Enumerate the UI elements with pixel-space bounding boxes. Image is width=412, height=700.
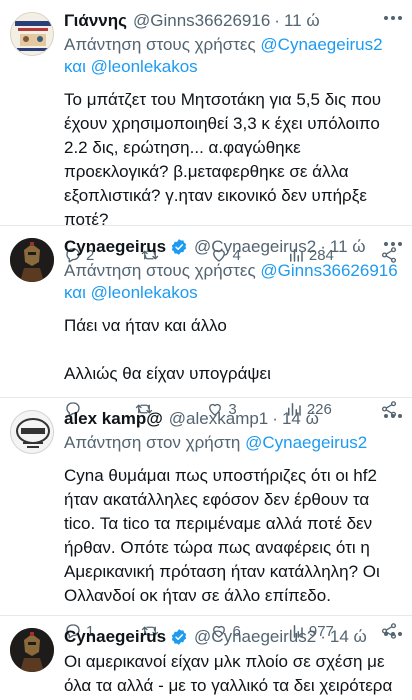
separator-dot: ·	[274, 11, 280, 30]
more-options-icon[interactable]	[384, 242, 402, 246]
mention-link[interactable]: @leonlekakos	[91, 57, 198, 76]
mention-link[interactable]: @leonlekakos	[91, 283, 198, 302]
separator-dot: ·	[320, 237, 326, 256]
display-name[interactable]: Γιάννης	[64, 10, 127, 32]
replying-label: Απάντηση στους χρήστες	[64, 261, 256, 280]
user-handle[interactable]: @Cynaegeirus2	[194, 236, 316, 258]
tweet-text: Το μπάτζετ του Μητσοτάκη για 5,5 δις που…	[64, 90, 382, 229]
and-word: και	[64, 57, 86, 76]
display-name[interactable]: Cynaegeirus	[64, 236, 166, 258]
replying-to: Απάντηση στον χρήστη @Cynaegeirus2	[64, 432, 398, 454]
tweet[interactable]: Cynaegeirus @Cynaegeirus2 · 14 ώ Οι αμερ…	[0, 616, 412, 700]
more-options-icon[interactable]	[384, 632, 402, 636]
replying-label: Απάντηση στους χρήστες	[64, 35, 256, 54]
tweet-text: Cyna θυμάμαι πως υποστήριζες ότι οι hf2 …	[64, 466, 380, 605]
timestamp[interactable]: 14 ώ	[282, 408, 319, 430]
tweet[interactable]: Γιάννης @Ginns36626916 · 11 ώ Απάντηση σ…	[0, 0, 412, 264]
timestamp[interactable]: 11 ώ	[330, 236, 366, 258]
tweet-header: alex kamp@ @alexkamp1 · 14 ώ	[64, 408, 398, 430]
avatar[interactable]	[10, 12, 54, 56]
mention-link[interactable]: @Cynaegeirus2	[260, 35, 382, 54]
user-handle[interactable]: @alexkamp1	[169, 408, 268, 430]
tweet-text: Οι αμερικανοί είχαν μλκ πλοίο σε σχέση μ…	[64, 652, 393, 695]
tweet-header: Cynaegeirus @Cynaegeirus2 · 14 ώ	[64, 626, 398, 648]
tweet-text: Πάει να ήταν και άλλο Αλλιώς θα είχαν υπ…	[64, 316, 271, 383]
timestamp[interactable]: 11 ώ	[284, 10, 320, 32]
avatar[interactable]	[10, 410, 54, 454]
avatar[interactable]	[10, 628, 54, 672]
mention-link[interactable]: @Ginns36626916	[260, 261, 397, 280]
separator-dot: ·	[320, 627, 326, 646]
and-word: και	[64, 283, 86, 302]
mention-link[interactable]: @Cynaegeirus2	[245, 433, 367, 452]
replying-to: Απάντηση στους χρήστες @Ginns36626916 κα…	[64, 260, 398, 304]
replying-label: Απάντηση στον χρήστη	[64, 433, 241, 452]
user-handle[interactable]: @Ginns36626916	[133, 10, 270, 32]
user-handle[interactable]: @Cynaegeirus2	[194, 626, 316, 648]
tweet[interactable]: alex kamp@ @alexkamp1 · 14 ώ Απάντηση στ…	[0, 398, 412, 640]
tweet-header: Cynaegeirus @Cynaegeirus2 · 11 ώ	[64, 236, 398, 258]
display-name[interactable]: alex kamp@	[64, 408, 163, 430]
more-options-icon[interactable]	[384, 414, 402, 418]
verified-badge-icon	[170, 628, 188, 646]
display-name[interactable]: Cynaegeirus	[64, 626, 166, 648]
more-options-icon[interactable]	[384, 16, 402, 20]
tweet[interactable]: Cynaegeirus @Cynaegeirus2 · 11 ώ Απάντησ…	[0, 226, 412, 418]
timestamp[interactable]: 14 ώ	[330, 626, 367, 648]
replying-to: Απάντηση στους χρήστες @Cynaegeirus2 και…	[64, 34, 398, 78]
avatar[interactable]	[10, 238, 54, 282]
separator-dot: ·	[272, 409, 278, 428]
tweet-header: Γιάννης @Ginns36626916 · 11 ώ	[64, 10, 398, 32]
verified-badge-icon	[170, 238, 188, 256]
